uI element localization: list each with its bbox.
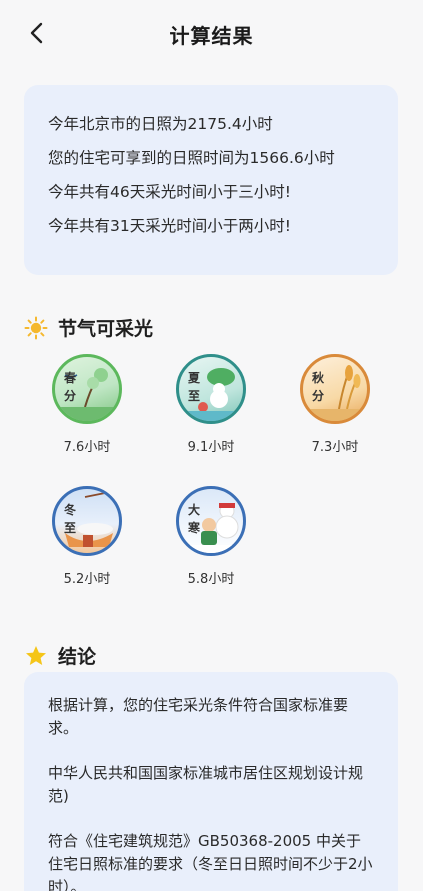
winter-solstice-illustration: 冬至 — [52, 486, 122, 556]
solar-term-autumn-equinox[interactable]: 秋分 7.3小时 — [290, 354, 380, 455]
conclusion-paragraph-standard: 中华人民共和国国家标准城市居住区规划设计规范) — [48, 764, 364, 805]
solar-terms-section-header: 节气可采光 — [24, 314, 153, 341]
autumn-equinox-illustration: 秋分 — [300, 354, 370, 424]
great-cold-illustration: 大寒 — [176, 486, 246, 556]
summary-card: 今年北京市的日照为2175.4小时 您的住宅可享到的日照时间为1566.6小时 … — [24, 85, 398, 275]
summary-line-days-under-3h: 今年共有46天采光时间小于三小时! — [48, 183, 291, 201]
conclusion-paragraph-compliance: 符合《住宅建筑规范》GB50368-2005 中关于住宅日照标准的要求（冬至日日… — [48, 832, 373, 891]
solar-term-great-cold[interactable]: 大寒 5.8小时 — [166, 486, 256, 587]
star-icon — [26, 645, 46, 665]
autumn-equinox-badge-label: 秋分 — [311, 371, 324, 403]
conclusion-card: 根据计算，您的住宅采光条件符合国家标准要求。 中华人民共和国国家标准城市居住区规… — [24, 672, 398, 891]
solar-term-winter-solstice[interactable]: 冬至 5.2小时 — [42, 486, 132, 587]
page-title: 计算结果 — [169, 23, 254, 48]
top-bar: 计算结果 — [0, 0, 423, 68]
conclusion-title: 结论 — [58, 646, 97, 668]
great-cold-hours: 5.8小时 — [187, 572, 235, 587]
conclusion-paragraph-result: 根据计算，您的住宅采光条件符合国家标准要求。 — [48, 696, 349, 737]
summer-solstice-illustration: 夏至 — [176, 354, 246, 424]
back-button[interactable] — [22, 18, 52, 48]
solar-term-summer-solstice[interactable]: 夏至 9.1小时 — [166, 354, 256, 455]
conclusion-section-header: 结论 — [24, 642, 96, 669]
winter-solstice-hours: 5.2小时 — [63, 572, 111, 587]
summer-solstice-badge-label: 夏至 — [187, 371, 200, 403]
summary-line-city-sunshine: 今年北京市的日照为2175.4小时 — [48, 115, 273, 133]
autumn-equinox-hours: 7.3小时 — [311, 440, 359, 455]
winter-solstice-badge-label: 冬至 — [63, 503, 76, 535]
solar-terms-title: 节气可采光 — [58, 318, 154, 340]
great-cold-badge-label: 大寒 — [187, 503, 200, 535]
spring-equinox-badge-label: 春分 — [63, 371, 76, 403]
solar-term-spring-equinox[interactable]: 春分 7.6小时 — [42, 354, 132, 455]
summary-line-home-sunshine: 您的住宅可享到的日照时间为1566.6小时 — [48, 149, 335, 167]
summary-line-days-under-2h: 今年共有31天采光时间小于两小时! — [48, 217, 291, 235]
summer-solstice-hours: 9.1小时 — [187, 440, 235, 455]
chevron-left-icon — [30, 22, 43, 44]
spring-equinox-hours: 7.6小时 — [63, 440, 111, 455]
sun-icon — [24, 316, 48, 339]
spring-equinox-illustration: 春分 — [52, 354, 122, 424]
